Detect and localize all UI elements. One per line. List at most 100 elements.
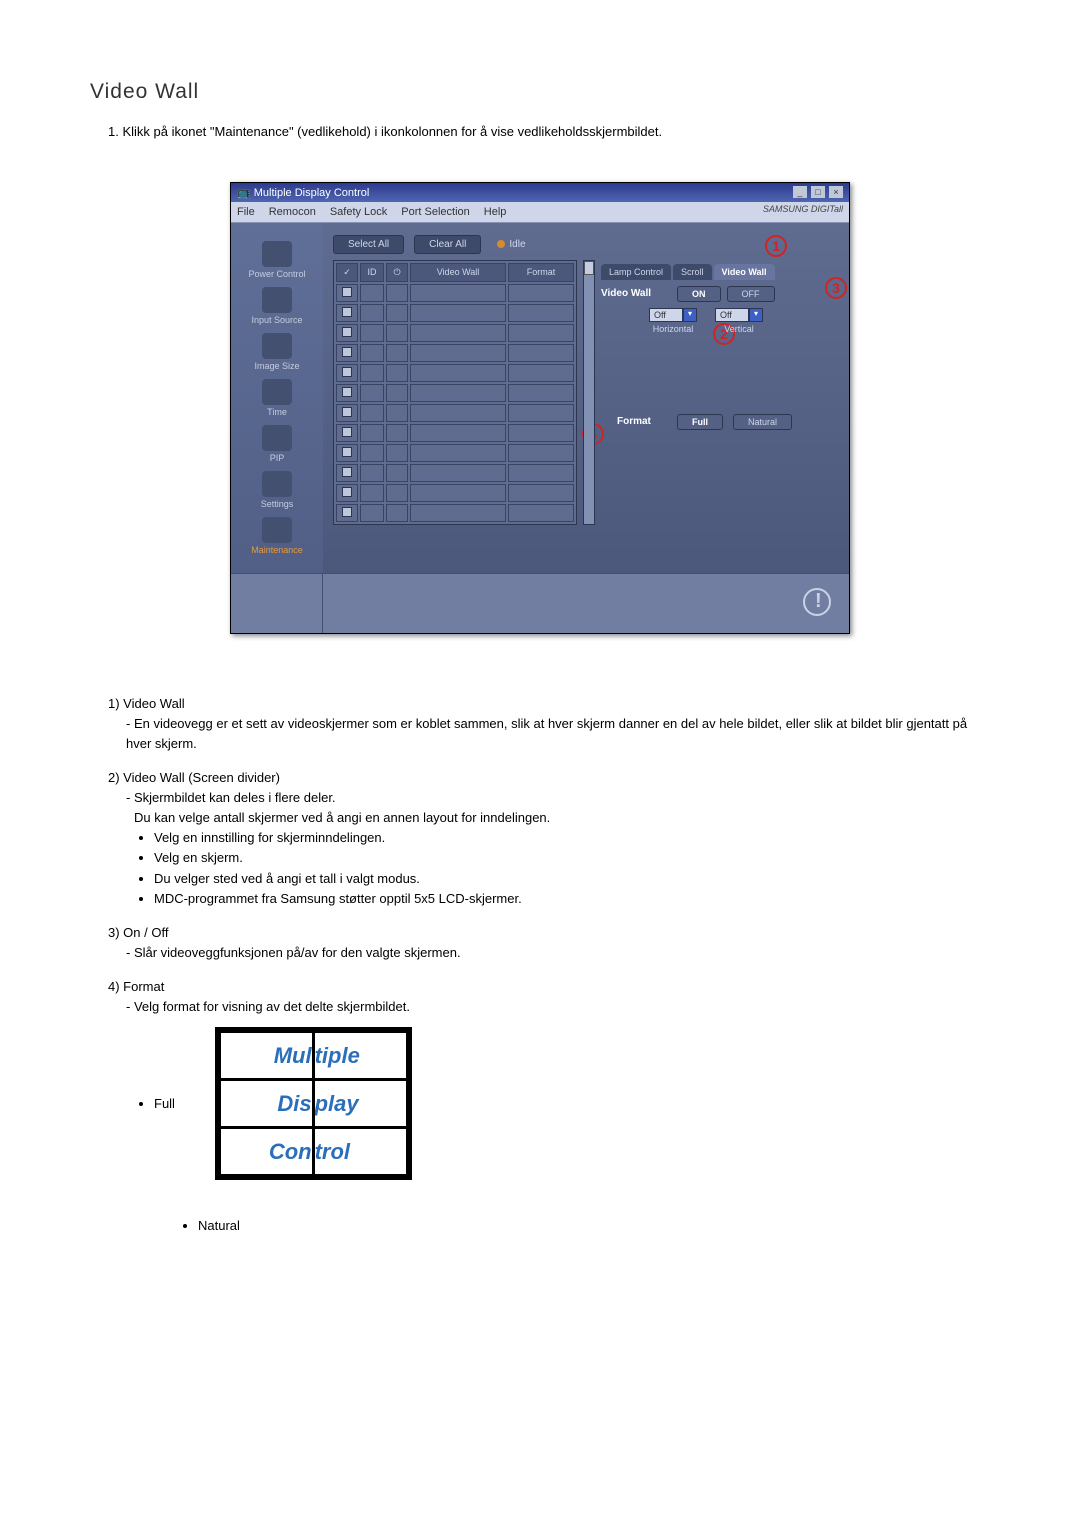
checkbox-icon[interactable] — [342, 427, 352, 437]
table-row[interactable] — [336, 424, 574, 442]
checkbox-icon[interactable] — [342, 487, 352, 497]
vertical-dropdown[interactable]: Off ▾ — [715, 308, 763, 322]
diagram-cell: trol — [313, 1128, 407, 1176]
col-id: ID — [360, 263, 384, 282]
table-row[interactable] — [336, 344, 574, 362]
sidebar-item-settings[interactable]: Settings — [233, 471, 321, 509]
checkbox-icon[interactable] — [342, 347, 352, 357]
info-row — [231, 573, 849, 633]
menu-port-selection[interactable]: Port Selection — [401, 206, 469, 218]
checkbox-icon[interactable] — [342, 287, 352, 297]
idle-indicator: Idle — [497, 239, 525, 250]
diagram-cell: Dis — [219, 1080, 313, 1128]
checkbox-icon[interactable] — [342, 307, 352, 317]
right-panel: Lamp Control Scroll Video Wall Video Wal… — [601, 260, 839, 525]
natural-button[interactable]: Natural — [733, 414, 792, 430]
table-row[interactable] — [336, 284, 574, 302]
item-2-bullet-1: Velg en innstilling for skjerminndelinge… — [154, 828, 990, 848]
tab-scroll[interactable]: Scroll — [673, 264, 712, 280]
table-row[interactable] — [336, 444, 574, 462]
table-row[interactable] — [336, 504, 574, 522]
item-4-title: 4) Format — [108, 977, 990, 997]
table-row[interactable] — [336, 404, 574, 422]
full-diagram: Multiple Display Control — [215, 1027, 412, 1180]
item-2-a: - Skjermbildet kan deles i flere deler. — [126, 788, 990, 808]
horizontal-label: Horizontal — [649, 324, 697, 334]
table-row[interactable] — [336, 384, 574, 402]
vertical-value: Off — [715, 308, 749, 322]
intro-text: Klikk på ikonet "Maintenance" (vedlikeho… — [122, 124, 662, 139]
intro-line: 1. Klikk på ikonet "Maintenance" (vedlik… — [90, 122, 990, 142]
full-button[interactable]: Full — [677, 414, 723, 430]
checkbox-icon[interactable] — [342, 327, 352, 337]
horizontal-dropdown[interactable]: Off ▾ — [649, 308, 697, 322]
checkbox-icon[interactable] — [342, 507, 352, 517]
brand-label: SAMSUNG DIGITall — [763, 204, 843, 214]
menu-help[interactable]: Help — [484, 206, 507, 218]
sidebar-item-pip[interactable]: PIP — [233, 425, 321, 463]
input-icon — [262, 287, 292, 313]
explanation-list: 1) Video Wall - En videovegg er et sett … — [108, 694, 990, 1237]
sidebar-item-image[interactable]: Image Size — [233, 333, 321, 371]
table-row[interactable] — [336, 304, 574, 322]
item-2-bullet-2: Velg en skjerm. — [154, 848, 990, 868]
app-screenshot: 📺 Multiple Display Control _ □ × File Re… — [230, 182, 850, 634]
scrollbar[interactable] — [583, 260, 595, 525]
table-row[interactable] — [336, 464, 574, 482]
pip-icon — [262, 425, 292, 451]
item-1-text: - En videovegg er et sett av videoskjerm… — [126, 714, 990, 754]
time-icon — [262, 379, 292, 405]
checkbox-icon[interactable] — [342, 407, 352, 417]
warning-icon — [803, 588, 831, 616]
item-2-b: Du kan velge antall skjermer ved å angi … — [134, 808, 990, 828]
window-title: 📺 Multiple Display Control — [237, 186, 369, 199]
intro-number: 1. — [108, 124, 119, 139]
select-all-button[interactable]: Select All — [333, 235, 404, 254]
item-3-title: 3) On / Off — [108, 923, 990, 943]
natural-bullet: Natural — [198, 1216, 990, 1236]
tab-lamp-control[interactable]: Lamp Control — [601, 264, 671, 280]
menu-remocon[interactable]: Remocon — [269, 206, 316, 218]
diagram-cell: Con — [219, 1128, 313, 1176]
item-2-title: 2) Video Wall (Screen divider) — [108, 768, 990, 788]
image-icon — [262, 333, 292, 359]
on-button[interactable]: ON — [677, 286, 721, 302]
clear-all-button[interactable]: Clear All — [414, 235, 481, 254]
menu-safety-lock[interactable]: Safety Lock — [330, 206, 387, 218]
diagram-cell: tiple — [313, 1032, 407, 1080]
checkbox-icon[interactable] — [342, 447, 352, 457]
col-check: ✓ — [336, 263, 358, 282]
window-titlebar: 📺 Multiple Display Control _ □ × — [231, 183, 849, 202]
sidebar-item-power[interactable]: Power Control — [233, 241, 321, 279]
diagram-cell: play — [313, 1080, 407, 1128]
chevron-down-icon[interactable]: ▾ — [749, 308, 763, 322]
checkbox-icon[interactable] — [342, 387, 352, 397]
chevron-down-icon[interactable]: ▾ — [683, 308, 697, 322]
item-2-bullet-3: Du velger sted ved å angi et tall i valg… — [154, 869, 990, 889]
scroll-thumb[interactable] — [584, 261, 594, 275]
table-row[interactable] — [336, 324, 574, 342]
full-bullet: Full — [154, 1094, 175, 1114]
sidebar: Power Control Input Source Image Size Ti… — [231, 223, 323, 573]
settings-icon — [262, 471, 292, 497]
power-icon — [262, 241, 292, 267]
col-video-wall: Video Wall — [410, 263, 506, 282]
maximize-icon[interactable]: □ — [811, 186, 825, 198]
checkbox-icon[interactable] — [342, 467, 352, 477]
maintenance-icon — [262, 517, 292, 543]
sidebar-item-time[interactable]: Time — [233, 379, 321, 417]
menubar: File Remocon Safety Lock Port Selection … — [231, 202, 849, 223]
off-button[interactable]: OFF — [727, 286, 775, 302]
table-row[interactable] — [336, 484, 574, 502]
checkbox-icon[interactable] — [342, 367, 352, 377]
col-format: Format — [508, 263, 574, 282]
minimize-icon[interactable]: _ — [793, 186, 807, 198]
menu-file[interactable]: File — [237, 206, 255, 218]
sidebar-item-input[interactable]: Input Source — [233, 287, 321, 325]
item-3-text: - Slår videoveggfunksjonen på/av for den… — [126, 943, 990, 963]
table-row[interactable] — [336, 364, 574, 382]
tab-video-wall[interactable]: Video Wall — [714, 264, 775, 280]
item-2-bullet-4: MDC-programmet fra Samsung støtter oppti… — [154, 889, 990, 909]
sidebar-item-maintenance[interactable]: Maintenance — [233, 517, 321, 555]
close-icon[interactable]: × — [829, 186, 843, 198]
